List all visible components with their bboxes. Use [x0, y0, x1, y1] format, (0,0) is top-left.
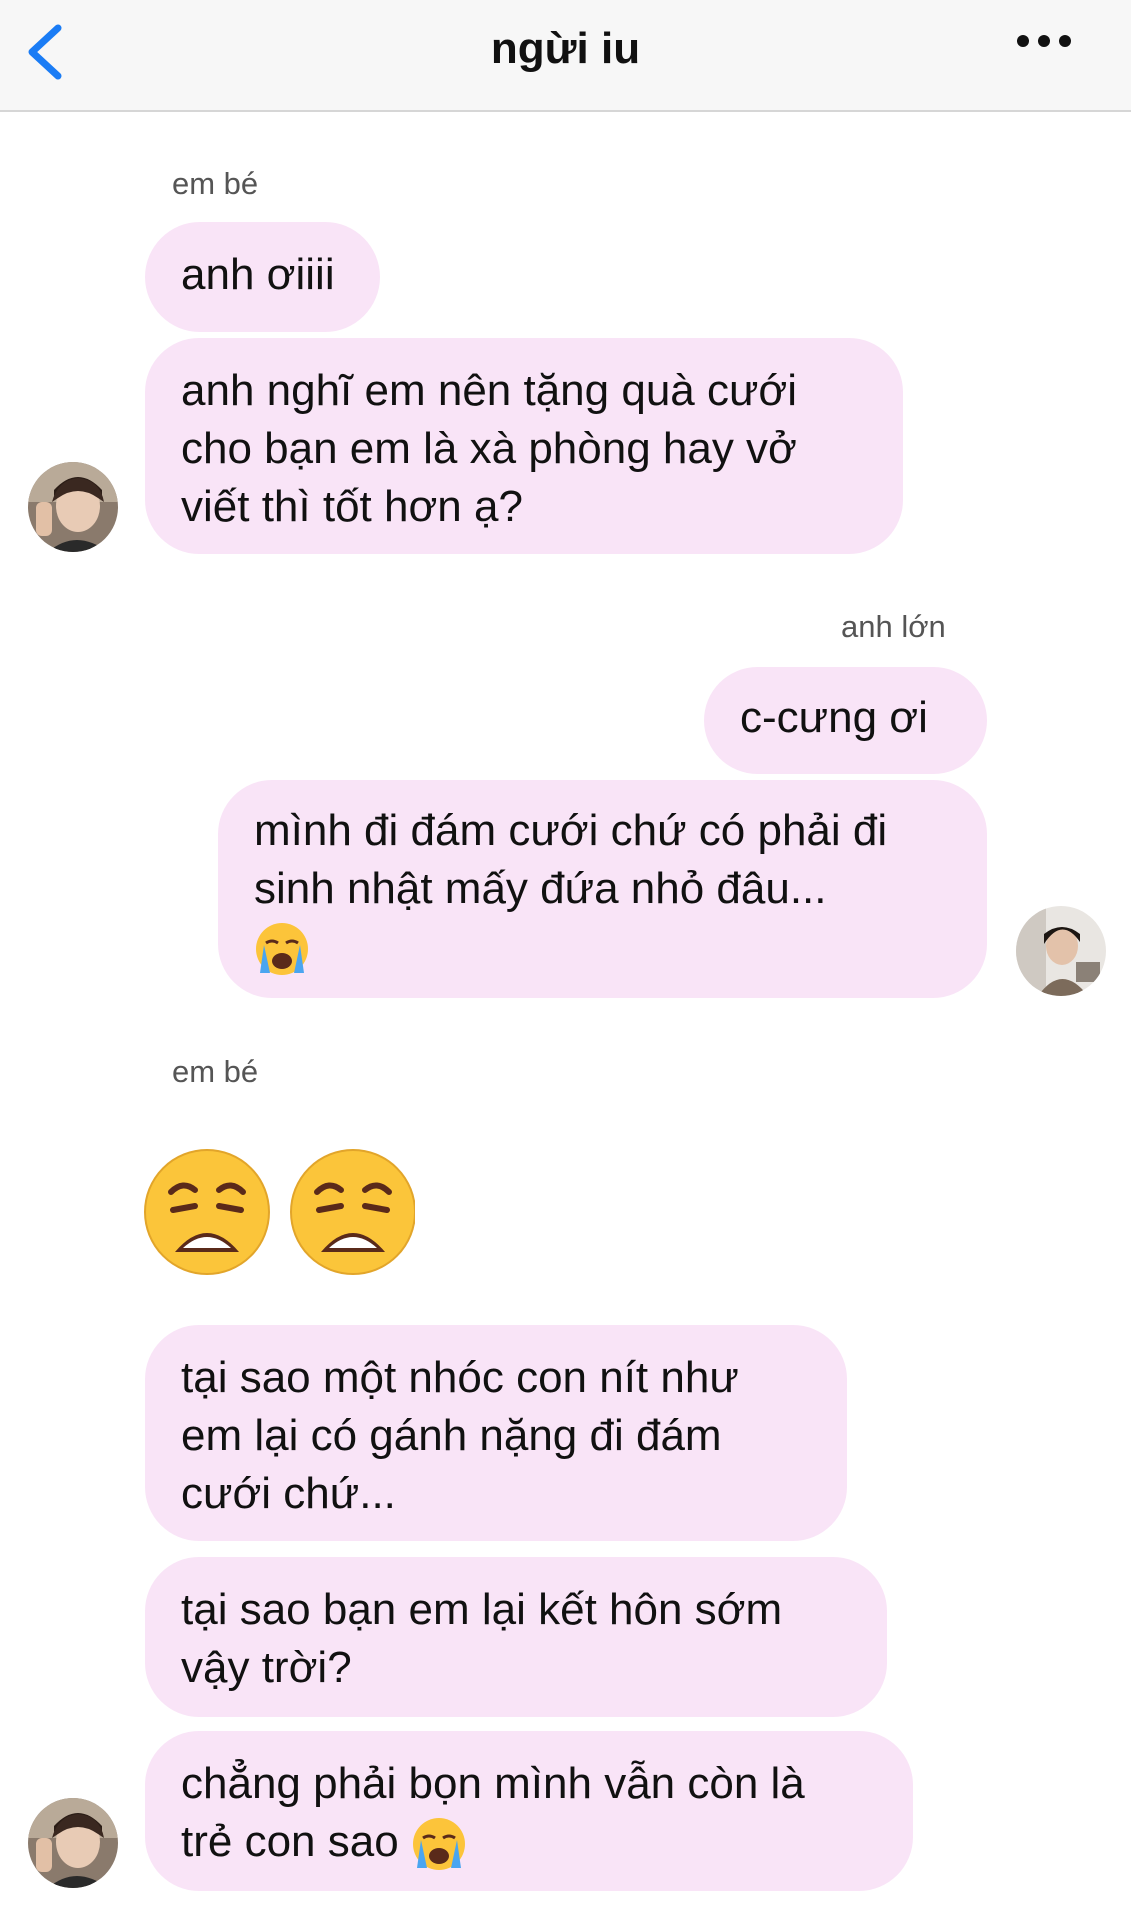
avatar[interactable]	[1016, 906, 1106, 996]
message-line: chẳng phải bọn mình vẫn còn là	[181, 1759, 805, 1808]
message-line: anh nghĩ em nên tặng quà cưới	[181, 366, 798, 415]
message-line: sinh nhật mấy đứa nhỏ đâu...	[254, 864, 827, 913]
chat-title: ngừi iu	[490, 24, 641, 73]
message-bubble[interactable]: mình đi đám cưới chứ có phải đi sinh nhậ…	[218, 780, 987, 998]
avatar-photo	[1016, 906, 1106, 996]
message-line: viết thì tốt hơn ạ?	[181, 482, 523, 531]
message-text: anh ơiiii	[181, 250, 335, 299]
avatar[interactable]	[28, 462, 118, 552]
sender-name: em bé	[172, 1054, 259, 1089]
message-line: trẻ con sao	[181, 1817, 399, 1866]
message-bubble[interactable]: chẳng phải bọn mình vẫn còn là trẻ con s…	[145, 1731, 913, 1891]
message-text: c-cưng ơi	[740, 693, 928, 742]
message-bubble[interactable]: anh ơiiii	[145, 222, 380, 332]
message-line: mình đi đám cưới chứ có phải đi	[254, 806, 888, 855]
avatar[interactable]	[28, 1798, 118, 1888]
message-line: cho bạn em là xà phòng hay vở	[181, 424, 797, 473]
message-line: cưới chứ...	[181, 1469, 396, 1518]
message-line: tại sao một nhóc con nít như	[181, 1353, 739, 1402]
message-bubble[interactable]: c-cưng ơi	[704, 667, 987, 774]
message-line: em lại có gánh nặng đi đám	[181, 1411, 722, 1460]
avatar-photo	[28, 462, 118, 552]
sender-name: em bé	[172, 166, 259, 201]
crying-face-emoji-icon	[256, 923, 308, 976]
message-bubble[interactable]: tại sao bạn em lại kết hôn sớm vậy trời?	[145, 1557, 887, 1717]
sender-name: anh lớn	[841, 609, 946, 644]
more-options-button[interactable]	[1017, 34, 1087, 54]
weary-face-emoji-icon	[144, 1149, 416, 1275]
more-horizontal-icon	[1017, 35, 1029, 47]
avatar-photo	[28, 1798, 118, 1888]
emoji-message[interactable]	[143, 1148, 416, 1281]
message-line: vậy trời?	[181, 1643, 352, 1692]
chat-header: ngừi iu	[0, 0, 1131, 112]
message-line: tại sao bạn em lại kết hôn sớm	[181, 1585, 783, 1634]
crying-face-emoji-icon	[412, 1818, 465, 1871]
message-bubble[interactable]: tại sao một nhóc con nít như em lại có g…	[145, 1325, 847, 1541]
message-bubble[interactable]: anh nghĩ em nên tặng quà cưới cho bạn em…	[145, 338, 903, 554]
